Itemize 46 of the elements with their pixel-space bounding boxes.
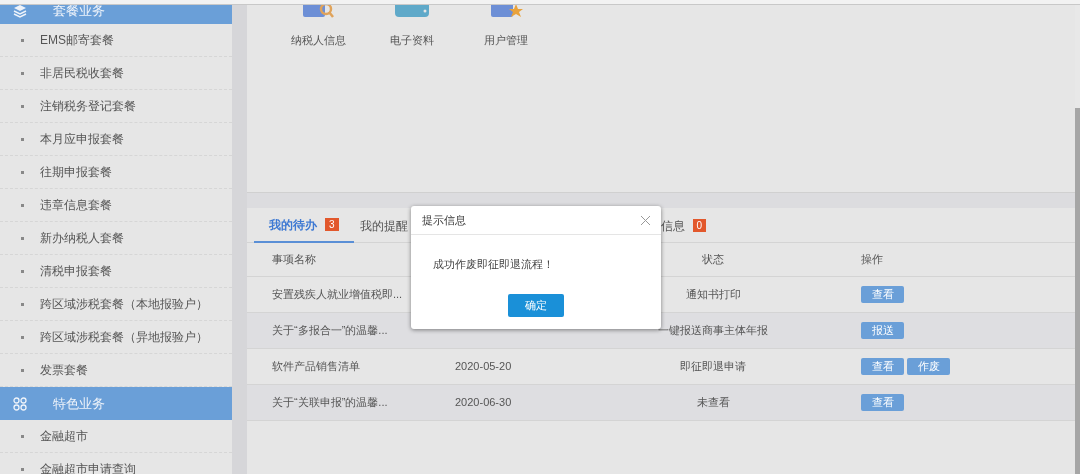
scrollbar[interactable]	[1075, 5, 1080, 474]
bullet-icon	[21, 38, 24, 42]
column-header: 事项名称	[272, 252, 316, 268]
item-status: 即征即退申请	[680, 359, 746, 375]
bullet-icon	[21, 269, 24, 273]
tab[interactable]: 信息 0	[660, 208, 722, 243]
grid-icon	[13, 396, 27, 411]
item-status: 未查看	[696, 395, 730, 411]
bullet-icon	[21, 302, 24, 306]
tab-label: 信息	[660, 217, 685, 235]
dialog-title: 提示信息	[422, 212, 466, 228]
group-label: 特色业务	[53, 394, 105, 413]
bullet-icon	[21, 335, 24, 339]
bullet-icon	[21, 104, 24, 108]
dialog-message: 成功作废即征即退流程！	[433, 257, 554, 272]
column-header: 状态	[702, 252, 724, 268]
item-name: 关于“多报合一”的温馨...	[272, 323, 388, 339]
tab-label: 我的待办	[269, 216, 317, 234]
card-star-icon	[489, 5, 523, 19]
column-header: 操作	[861, 252, 883, 268]
shortcut[interactable]: 用户管理	[473, 5, 539, 49]
bullet-icon	[21, 203, 24, 207]
shortcut[interactable]: 纳税人信息	[285, 5, 351, 49]
bullet-icon	[21, 236, 24, 240]
item-name: 软件产品销售清单	[272, 359, 360, 375]
shortcut[interactable]: 电子资料	[379, 5, 445, 49]
item-date: 2020-06-30	[455, 395, 512, 411]
close-icon[interactable]	[641, 215, 650, 225]
item-status: 一键报送商事主体年报	[658, 323, 768, 339]
count-badge: 0	[692, 219, 707, 232]
count-badge: 3	[325, 218, 339, 231]
scrollbar-thumb[interactable]	[1075, 108, 1080, 474]
bullet-icon	[21, 137, 24, 141]
bullet-icon	[21, 434, 24, 438]
item-name: 安置残疾人就业增值税即...	[272, 287, 403, 303]
item-date: 2020-05-20	[455, 359, 512, 375]
card-search-icon	[301, 5, 335, 19]
bullet-icon	[21, 368, 24, 372]
confirm-button[interactable]: 确定	[508, 293, 564, 317]
bullet-icon	[21, 71, 24, 75]
bullet-icon	[21, 170, 24, 174]
tab-label: 我的提醒	[359, 217, 408, 235]
item-status: 通知书打印	[685, 287, 741, 303]
tab[interactable]: 我的待办 3	[254, 208, 354, 243]
item-name: 关于“关联申报”的温馨...	[272, 395, 388, 411]
bullet-icon	[21, 467, 24, 471]
